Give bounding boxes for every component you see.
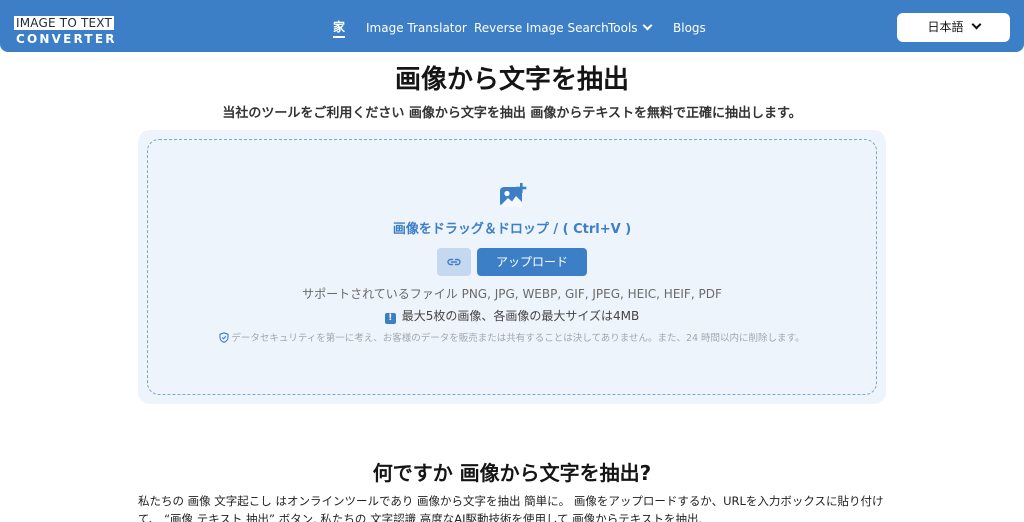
section-paragraph: 私たちの 画像 文字起こし はオンラインツールであり 画像から文字を抽出 簡単に… <box>138 494 884 522</box>
link-icon <box>447 258 461 266</box>
logo-bottom-text: CONVERTER <box>16 32 117 46</box>
nav-item-image-translator[interactable]: Image Translator <box>366 18 467 38</box>
language-selector-label: 日本語 <box>927 20 964 34</box>
language-selector[interactable]: 日本語 <box>897 13 1010 42</box>
security-notice-label: データセキュリティを第一に考え、お客様のデータを販売または共有することは決してあ… <box>231 333 805 344</box>
supported-formats-text: サポートされているファイル PNG, JPG, WEBP, GIF, JPEG,… <box>302 287 722 301</box>
max-files-label: 最大5枚の画像、各画像の最大サイズは4MB <box>401 309 640 323</box>
page-subtitle: 当社のツールをご利用ください 画像から文字を抽出 画像からテキストを無料で正確に… <box>222 106 802 121</box>
security-notice: データセキュリティを第一に考え、お客様のデータを販売または共有することは決してあ… <box>0 331 1024 347</box>
upload-button[interactable]: アップロード <box>477 248 587 276</box>
max-files-text: ! 最大5枚の画像、各画像の最大サイズは4MB <box>0 307 1024 325</box>
nav-item-blogs[interactable]: Blogs <box>673 18 706 38</box>
image-upload-icon <box>500 183 527 207</box>
nav-item-tools-label: Tools <box>608 21 638 35</box>
shield-icon <box>219 332 229 343</box>
info-icon: ! <box>384 313 396 324</box>
section-title: 何ですか 画像から文字を抽出? <box>372 461 652 485</box>
nav-item-reverse-image-search[interactable]: Reverse Image Search <box>474 18 609 38</box>
nav-item-tools[interactable]: Tools <box>608 18 653 38</box>
top-navbar: IMAGE TO TEXT CONVERTER 家 Image Translat… <box>0 0 1024 52</box>
paste-url-button[interactable] <box>437 248 471 276</box>
page-title: 画像から文字を抽出 <box>394 65 629 95</box>
site-logo[interactable]: IMAGE TO TEXT CONVERTER <box>14 12 126 46</box>
drag-drop-text: 画像をドラッグ＆ドロップ / ( Ctrl+V ) <box>392 222 632 237</box>
logo-top-text: IMAGE TO TEXT <box>14 16 115 30</box>
chevron-down-icon <box>642 20 653 31</box>
nav-item-home[interactable]: 家 <box>333 18 346 38</box>
chevron-down-icon <box>971 19 981 30</box>
